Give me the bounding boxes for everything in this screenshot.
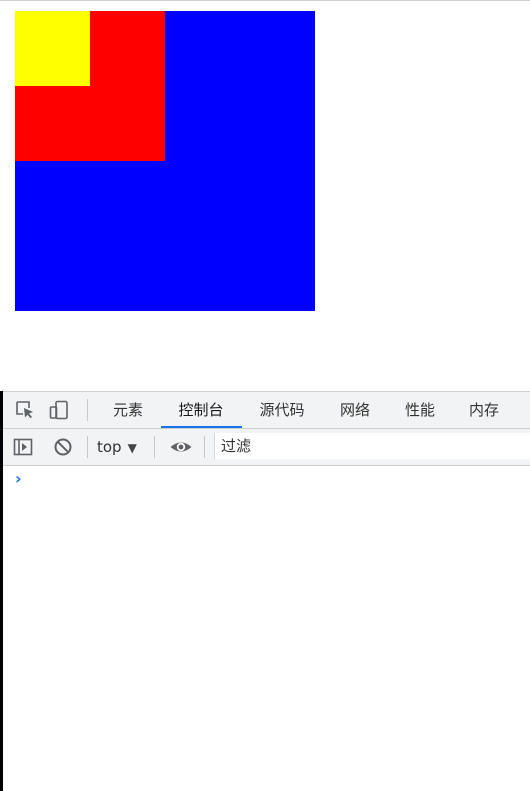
clear-console-icon[interactable]	[53, 437, 73, 457]
inspect-element-icon[interactable]	[15, 400, 35, 420]
context-value: top	[97, 438, 122, 456]
tab-elements[interactable]: 元素	[107, 392, 149, 428]
inner-box	[15, 11, 90, 86]
middle-box	[15, 11, 165, 161]
show-sidebar-icon[interactable]	[13, 437, 33, 457]
tab-network[interactable]: 网络	[336, 392, 374, 428]
outer-box	[15, 11, 315, 311]
device-toolbar-icon[interactable]	[49, 400, 69, 420]
live-expression-icon[interactable]	[169, 437, 193, 457]
screen: 元素 控制台 源代码 网络 性能 内存 top ▼ 过滤 ›	[0, 0, 530, 791]
top-divider	[0, 0, 530, 1]
dropdown-arrow-icon: ▼	[127, 441, 137, 455]
tabbar-separator	[87, 399, 88, 421]
toolbar-separator	[87, 436, 88, 458]
active-tab-indicator	[161, 426, 242, 428]
devtools-panel: 元素 控制台 源代码 网络 性能 内存 top ▼ 过滤 ›	[3, 391, 530, 791]
console-toolbar: top ▼	[3, 429, 530, 466]
filter-input[interactable]	[214, 433, 530, 459]
tab-performance[interactable]: 性能	[401, 392, 439, 428]
context-selector[interactable]: top ▼	[97, 429, 137, 465]
tab-console[interactable]: 控制台	[173, 392, 229, 428]
console-output[interactable]: ›	[3, 466, 530, 791]
toolbar-separator	[154, 436, 155, 458]
console-prompt-icon: ›	[15, 469, 22, 488]
tab-memory[interactable]: 内存	[465, 392, 503, 428]
toolbar-separator	[204, 436, 205, 458]
tab-sources[interactable]: 源代码	[254, 392, 310, 428]
devtools-tabbar: 元素 控制台 源代码 网络 性能 内存	[3, 392, 530, 429]
